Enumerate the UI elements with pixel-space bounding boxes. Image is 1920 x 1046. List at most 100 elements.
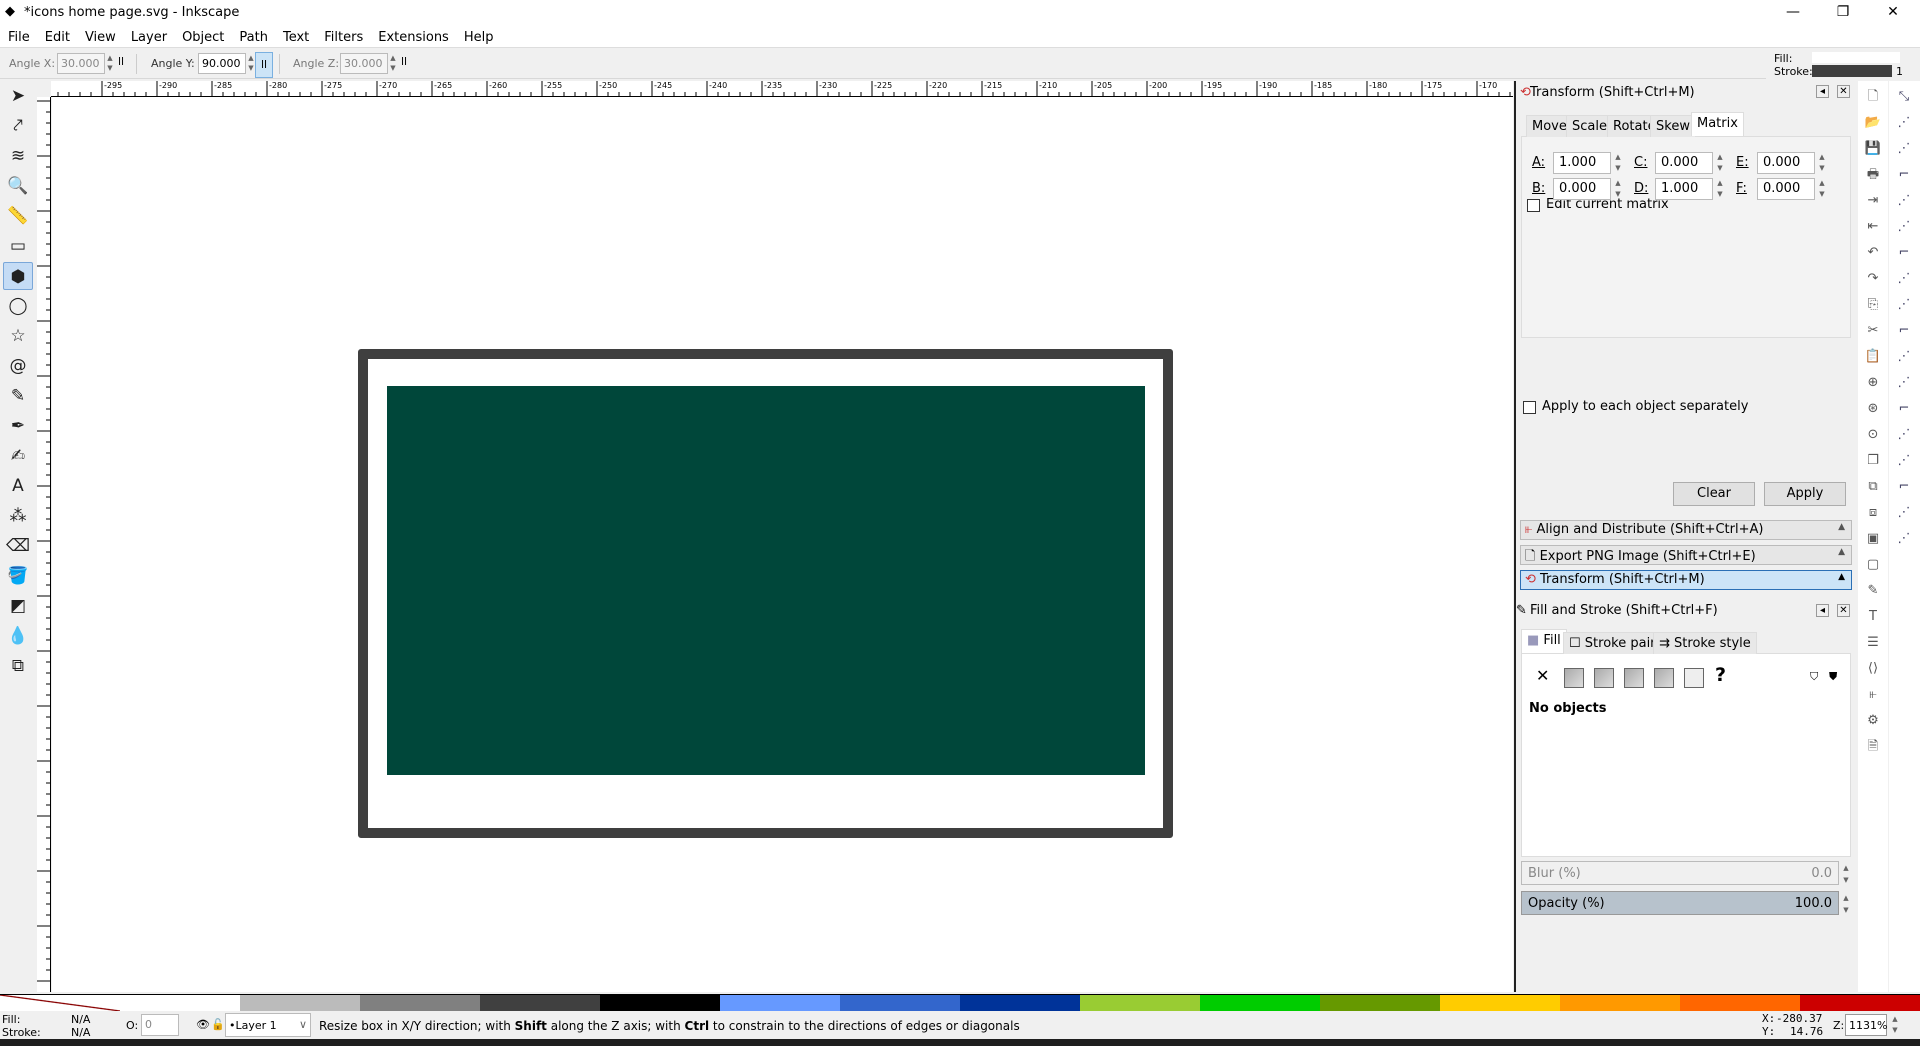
green-rectangle[interactable] — [387, 386, 1145, 775]
import-icon[interactable]: ⇥ — [1863, 191, 1883, 211]
matrix-c-stepper[interactable]: ▲ ▼ — [1715, 152, 1725, 174]
save-icon[interactable]: 💾 — [1863, 139, 1883, 159]
angle-x-input[interactable]: 30.000 — [57, 53, 105, 74]
status-opacity-input[interactable]: 0 — [141, 1014, 179, 1036]
menu-object[interactable]: Object — [174, 26, 231, 45]
xml-editor-icon[interactable]: ⟨⟩ — [1863, 659, 1883, 679]
menu-extensions[interactable]: Extensions — [370, 26, 456, 45]
angle-z-input[interactable]: 30.000 — [340, 53, 388, 74]
dock-export-png[interactable]: 🗋 Export PNG Image (Shift+Ctrl+E) ▲ — [1520, 545, 1852, 565]
palette-swatch[interactable] — [720, 995, 840, 1011]
clone-icon[interactable]: ⧉ — [1863, 477, 1883, 497]
angle-z-stepper[interactable]: ▲ ▼ — [388, 53, 398, 74]
layer-lock-icon[interactable]: 🔓 — [211, 1018, 225, 1031]
palette-swatch[interactable] — [1080, 995, 1200, 1011]
close-panel-button[interactable]: ✕ — [1837, 85, 1850, 98]
cut-icon[interactable]: ✂ — [1863, 321, 1883, 341]
linear-gradient-button[interactable] — [1594, 668, 1614, 688]
unset-paint-button[interactable]: ? — [1715, 664, 1726, 686]
menu-file[interactable]: File — [0, 26, 37, 45]
iconify-button[interactable]: ◂ — [1816, 604, 1829, 617]
matrix-e-input[interactable]: 0.000 — [1757, 152, 1815, 174]
palette-swatch[interactable] — [120, 995, 240, 1011]
pen-tool-icon[interactable]: ✒ — [3, 412, 33, 440]
snap-object-center-icon[interactable]: ⌐ — [1894, 399, 1914, 419]
fill-rule-nonzero-icon[interactable]: ⛊ — [1829, 670, 1837, 684]
fill-rule-evenodd-icon[interactable]: ⛉ — [1810, 670, 1818, 684]
3d-box-tool-icon[interactable]: ⬢ — [3, 262, 33, 290]
spray-tool-icon[interactable]: ⁂ — [3, 502, 33, 530]
zoom-page-icon[interactable]: ⊙ — [1863, 425, 1883, 445]
layer-visibility-icon[interactable]: 👁 — [196, 1018, 210, 1031]
palette-swatch[interactable] — [960, 995, 1080, 1011]
menu-help[interactable]: Help — [456, 26, 501, 45]
snap-smooth-icon[interactable]: ⋰ — [1894, 347, 1914, 367]
vp-state-z-toggle[interactable]: ll — [401, 55, 407, 68]
snap-bbox-icon[interactable]: ⋰ — [1894, 113, 1914, 133]
blur-slider[interactable]: Blur (%) 0.0 — [1521, 861, 1839, 885]
horizontal-ruler[interactable]: -295 -290 -285 -280 -275 -270 -265 -260 -255 -250… — [51, 81, 1513, 97]
snap-text-baseline-icon[interactable]: ⋰ — [1894, 451, 1914, 471]
matrix-d-input[interactable]: 1.000 — [1655, 178, 1713, 200]
angle-y-input[interactable]: 90.000 — [198, 53, 246, 74]
connector-tool-icon[interactable]: ⧉ — [3, 652, 33, 680]
tweak-tool-icon[interactable]: ≋ — [3, 142, 33, 170]
zoom-input[interactable]: 1131% — [1845, 1014, 1887, 1036]
tab-fill[interactable]: ■ Fill — [1521, 629, 1567, 653]
layers-icon[interactable]: ☰ — [1863, 633, 1883, 653]
tab-matrix[interactable]: Matrix — [1691, 112, 1744, 136]
matrix-b-input[interactable]: 0.000 — [1553, 178, 1611, 200]
iconify-button[interactable]: ◂ — [1816, 85, 1829, 98]
apply-button[interactable]: Apply — [1764, 482, 1846, 506]
print-icon[interactable]: 🖶 — [1863, 165, 1883, 185]
paste-icon[interactable]: 📋 — [1863, 347, 1883, 367]
palette-swatch[interactable] — [1200, 995, 1320, 1011]
new-document-icon[interactable]: 🗋 — [1863, 87, 1883, 107]
rectangle-tool-icon[interactable]: ▭ — [3, 232, 33, 260]
palette-swatch[interactable] — [1320, 995, 1440, 1011]
flat-color-button[interactable] — [1564, 668, 1584, 688]
layer-dropdown[interactable]: •Layer 1 ∨ — [225, 1013, 311, 1037]
matrix-a-input[interactable]: 1.000 — [1553, 152, 1611, 174]
close-button[interactable]: ✕ — [1870, 0, 1916, 26]
matrix-c-input[interactable]: 0.000 — [1655, 152, 1713, 174]
fill-swatch[interactable] — [1812, 52, 1900, 63]
pencil-tool-icon[interactable]: ✎ — [3, 382, 33, 410]
text-font-icon[interactable]: T — [1863, 607, 1883, 627]
snap-bbox-midpoint-icon[interactable]: ⋰ — [1894, 191, 1914, 211]
dock-align-distribute[interactable]: ⫦ Align and Distribute (Shift+Ctrl+A) ▲ — [1520, 520, 1852, 540]
ellipse-tool-icon[interactable]: ◯ — [3, 292, 33, 320]
radial-gradient-button[interactable] — [1624, 668, 1644, 688]
vp-state-x-toggle[interactable]: ll — [118, 55, 124, 68]
restore-button[interactable]: ❐ — [1820, 0, 1866, 26]
snap-bbox-corner-icon[interactable]: ⌐ — [1894, 165, 1914, 185]
expand-arrow-icon[interactable]: ▲ — [1838, 547, 1845, 557]
menu-path[interactable]: Path — [231, 26, 275, 45]
export-icon[interactable]: ⇤ — [1863, 217, 1883, 237]
open-icon[interactable]: 📂 — [1863, 113, 1883, 133]
clear-button[interactable]: Clear — [1673, 482, 1755, 506]
gradient-tool-icon[interactable]: ◩ — [3, 592, 33, 620]
menu-filters[interactable]: Filters — [316, 26, 370, 45]
measure-tool-icon[interactable]: 📏 — [3, 202, 33, 230]
zoom-tool-icon[interactable]: 🔍 — [3, 172, 33, 200]
snap-path-intersection-icon[interactable]: ⋰ — [1894, 295, 1914, 315]
eraser-tool-icon[interactable]: ⌫ — [3, 532, 33, 560]
no-paint-button[interactable]: ✕ — [1536, 666, 1549, 685]
text-tool-icon[interactable]: A — [3, 472, 33, 500]
edit-current-matrix-checkbox[interactable] — [1527, 199, 1540, 212]
zoom-selection-icon[interactable]: ⊕ — [1863, 373, 1883, 393]
snap-path-icon[interactable]: ⋰ — [1894, 269, 1914, 289]
angle-x-stepper[interactable]: ▲ ▼ — [105, 53, 115, 74]
matrix-b-stepper[interactable]: ▲ ▼ — [1613, 178, 1623, 200]
style-indicator[interactable]: Fill: Stroke: 1 — [1766, 50, 1920, 79]
vp-state-y-toggle[interactable]: ll — [255, 52, 273, 78]
expand-arrow-icon[interactable]: ▲ — [1838, 572, 1845, 582]
star-tool-icon[interactable]: ☆ — [3, 322, 33, 350]
close-panel-button[interactable]: ✕ — [1837, 604, 1850, 617]
palette-swatch[interactable] — [840, 995, 960, 1011]
zoom-stepper[interactable]: ▲ ▼ — [1890, 1014, 1900, 1036]
undo-icon[interactable]: ↶ — [1863, 243, 1883, 263]
opacity-stepper[interactable]: ▲ ▼ — [1841, 892, 1851, 916]
snap-page-border-icon[interactable]: ⌐ — [1894, 477, 1914, 497]
